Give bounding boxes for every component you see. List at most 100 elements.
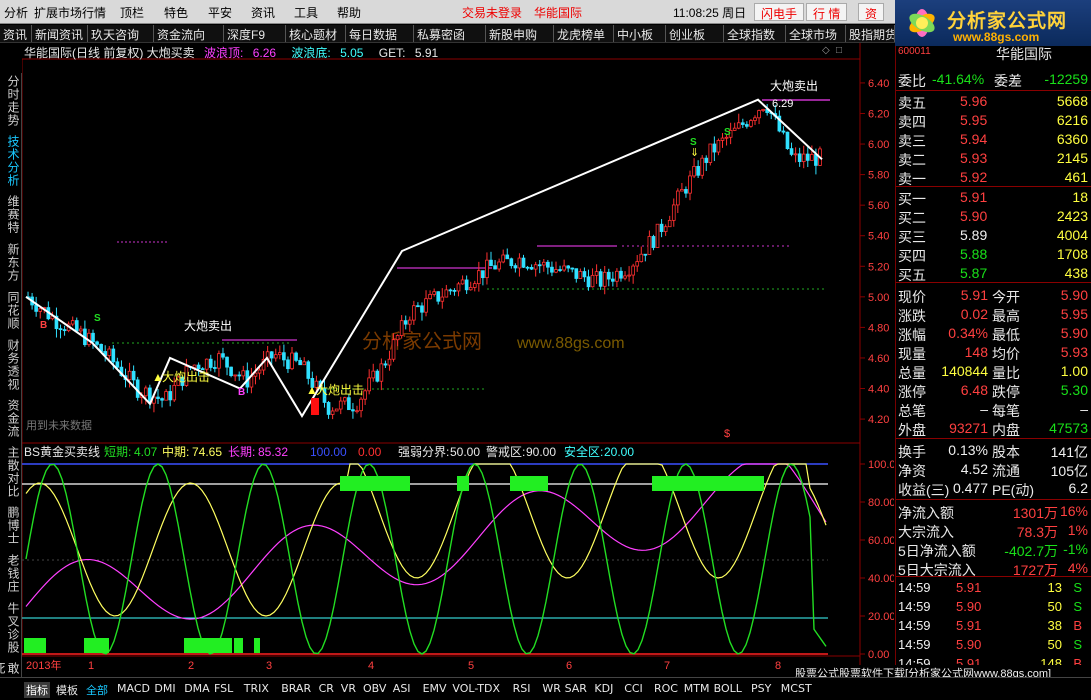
candle[interactable] xyxy=(521,254,526,269)
candle[interactable] xyxy=(732,122,737,131)
indicator-tab-macd[interactable]: MACD xyxy=(117,682,150,695)
tab-index-futures[interactable]: 股指期货 xyxy=(846,25,895,42)
candle[interactable] xyxy=(615,268,619,288)
indicator-tab-roc[interactable]: ROC xyxy=(654,682,678,695)
side-tab-financial[interactable]: 财务透视 xyxy=(3,339,20,391)
candle[interactable] xyxy=(537,260,542,274)
candle[interactable] xyxy=(704,155,709,171)
tab-ipo[interactable]: 新股申购 xyxy=(486,25,554,42)
flash-trade-button[interactable]: 闪电手 xyxy=(754,3,805,21)
candle[interactable] xyxy=(676,188,680,214)
candle[interactable] xyxy=(383,360,388,368)
stats-row[interactable]: 总笔 – 每笔 – xyxy=(896,400,1091,419)
ticks-row[interactable]: 14:59 5.90 50 S xyxy=(896,636,1091,655)
tab-daily-data[interactable]: 每日数据 xyxy=(346,25,414,42)
candle[interactable] xyxy=(237,371,242,381)
candle[interactable] xyxy=(338,396,343,415)
candle[interactable] xyxy=(801,145,806,169)
candle[interactable] xyxy=(671,198,676,227)
flows-row[interactable]: 5日净流入额 -402.7万 -1% xyxy=(896,540,1091,559)
candle[interactable] xyxy=(83,320,87,347)
candlestick-series[interactable] xyxy=(26,104,822,420)
candle[interactable] xyxy=(330,407,335,420)
candle[interactable] xyxy=(505,248,510,260)
candle[interactable] xyxy=(716,138,721,156)
candle[interactable] xyxy=(273,348,278,362)
tab-news-short[interactable]: 资讯 xyxy=(0,25,32,42)
indicator-tab-cci[interactable]: CCI xyxy=(624,682,643,695)
candle[interactable] xyxy=(79,325,83,335)
stats2-row[interactable]: 换手 0.13% 股本 141亿 xyxy=(896,441,1091,460)
bids-row[interactable]: 买三 5.89 4004 xyxy=(896,226,1091,245)
bids-row[interactable]: 买五 5.87 438 xyxy=(896,264,1091,283)
candle[interactable] xyxy=(745,121,749,129)
stock-chart[interactable]: ◇ □ 4.20 4.40 4.60 4.80 5.00 5.20 5.40 5.60 5.80… xyxy=(21,43,902,677)
candle[interactable] xyxy=(582,267,587,282)
candle[interactable] xyxy=(355,405,359,414)
candle[interactable] xyxy=(265,345,270,367)
candle[interactable] xyxy=(541,258,546,272)
candle[interactable] xyxy=(517,253,522,277)
menu-item-news[interactable]: 资讯 xyxy=(251,4,275,21)
candle[interactable] xyxy=(436,291,441,305)
candle[interactable] xyxy=(351,402,355,419)
candle[interactable] xyxy=(326,400,331,419)
indicator-tab-asi[interactable]: ASI xyxy=(393,682,411,695)
indicator-tab-vr[interactable]: VR xyxy=(341,682,356,695)
side-tab-diagnosis[interactable]: 牛叉诊股 xyxy=(3,602,20,654)
candle[interactable] xyxy=(757,109,761,125)
candle[interactable] xyxy=(489,251,493,267)
side-tab-pengboshi[interactable]: 鹏博士 xyxy=(3,506,20,545)
tab-global-index[interactable]: 全球指数 xyxy=(724,25,786,42)
candle[interactable] xyxy=(168,385,172,407)
stats2-row[interactable]: 收益(三) 0.477 PE(动) 6.2 xyxy=(896,479,1091,498)
candle[interactable] xyxy=(472,280,477,292)
candle[interactable] xyxy=(651,234,656,251)
candle[interactable] xyxy=(334,408,339,412)
candle[interactable] xyxy=(578,268,583,279)
indicator-tab-emv[interactable]: EMV xyxy=(423,682,447,695)
candle[interactable] xyxy=(249,367,254,394)
stats-row[interactable]: 涨停 6.48 跌停 5.30 xyxy=(896,381,1091,400)
flows-row[interactable]: 净流入额 1301万 16% xyxy=(896,502,1091,521)
candle[interactable] xyxy=(623,271,627,281)
candle[interactable] xyxy=(797,147,802,167)
side-tab-laoqianzhuang[interactable]: 老钱庄 xyxy=(3,554,20,593)
candle[interactable] xyxy=(131,365,136,385)
candle[interactable] xyxy=(781,126,786,135)
candle[interactable] xyxy=(460,275,465,285)
candle[interactable] xyxy=(497,258,501,272)
candle[interactable] xyxy=(554,261,558,274)
tab-private-fund[interactable]: 私募密函 xyxy=(414,25,486,42)
candle[interactable] xyxy=(574,268,579,283)
candle[interactable] xyxy=(598,268,603,290)
candle[interactable] xyxy=(432,288,436,297)
menu-item-tools[interactable]: 工具 xyxy=(294,4,318,21)
asks-row[interactable]: 卖二 5.93 2145 xyxy=(896,149,1091,168)
indicator-tab-brar[interactable]: BRAR xyxy=(281,682,311,695)
candle[interactable] xyxy=(659,219,664,238)
candle[interactable] xyxy=(647,230,652,255)
candle[interactable] xyxy=(290,347,294,371)
candle[interactable] xyxy=(481,270,485,286)
candle[interactable] xyxy=(785,131,790,150)
candle[interactable] xyxy=(753,115,757,125)
candle[interactable] xyxy=(156,389,160,404)
candle[interactable] xyxy=(302,357,307,366)
candle[interactable] xyxy=(493,260,497,270)
candle[interactable] xyxy=(34,296,38,317)
indicator-tab-kdj[interactable]: KDJ xyxy=(594,682,613,695)
indicator-tab-psy[interactable]: PSY xyxy=(751,682,771,695)
candle[interactable] xyxy=(586,269,591,291)
bids-row[interactable]: 买四 5.88 1708 xyxy=(896,245,1091,264)
tab-gem-board[interactable]: 创业板 xyxy=(666,25,724,42)
candle[interactable] xyxy=(485,252,489,285)
candle[interactable] xyxy=(217,350,221,377)
indicator-tab-fsl[interactable]: FSL xyxy=(214,682,233,695)
indicator-tab-vol-tdx[interactable]: VOL-TDX xyxy=(452,682,500,695)
indicator-tab-boll[interactable]: BOLL xyxy=(714,682,742,695)
ticks-row[interactable]: 14:59 5.91 38 B xyxy=(896,617,1091,636)
side-tab-new-oriental[interactable]: 新东方 xyxy=(3,243,20,282)
candle[interactable] xyxy=(62,325,67,336)
candle[interactable] xyxy=(533,261,538,277)
